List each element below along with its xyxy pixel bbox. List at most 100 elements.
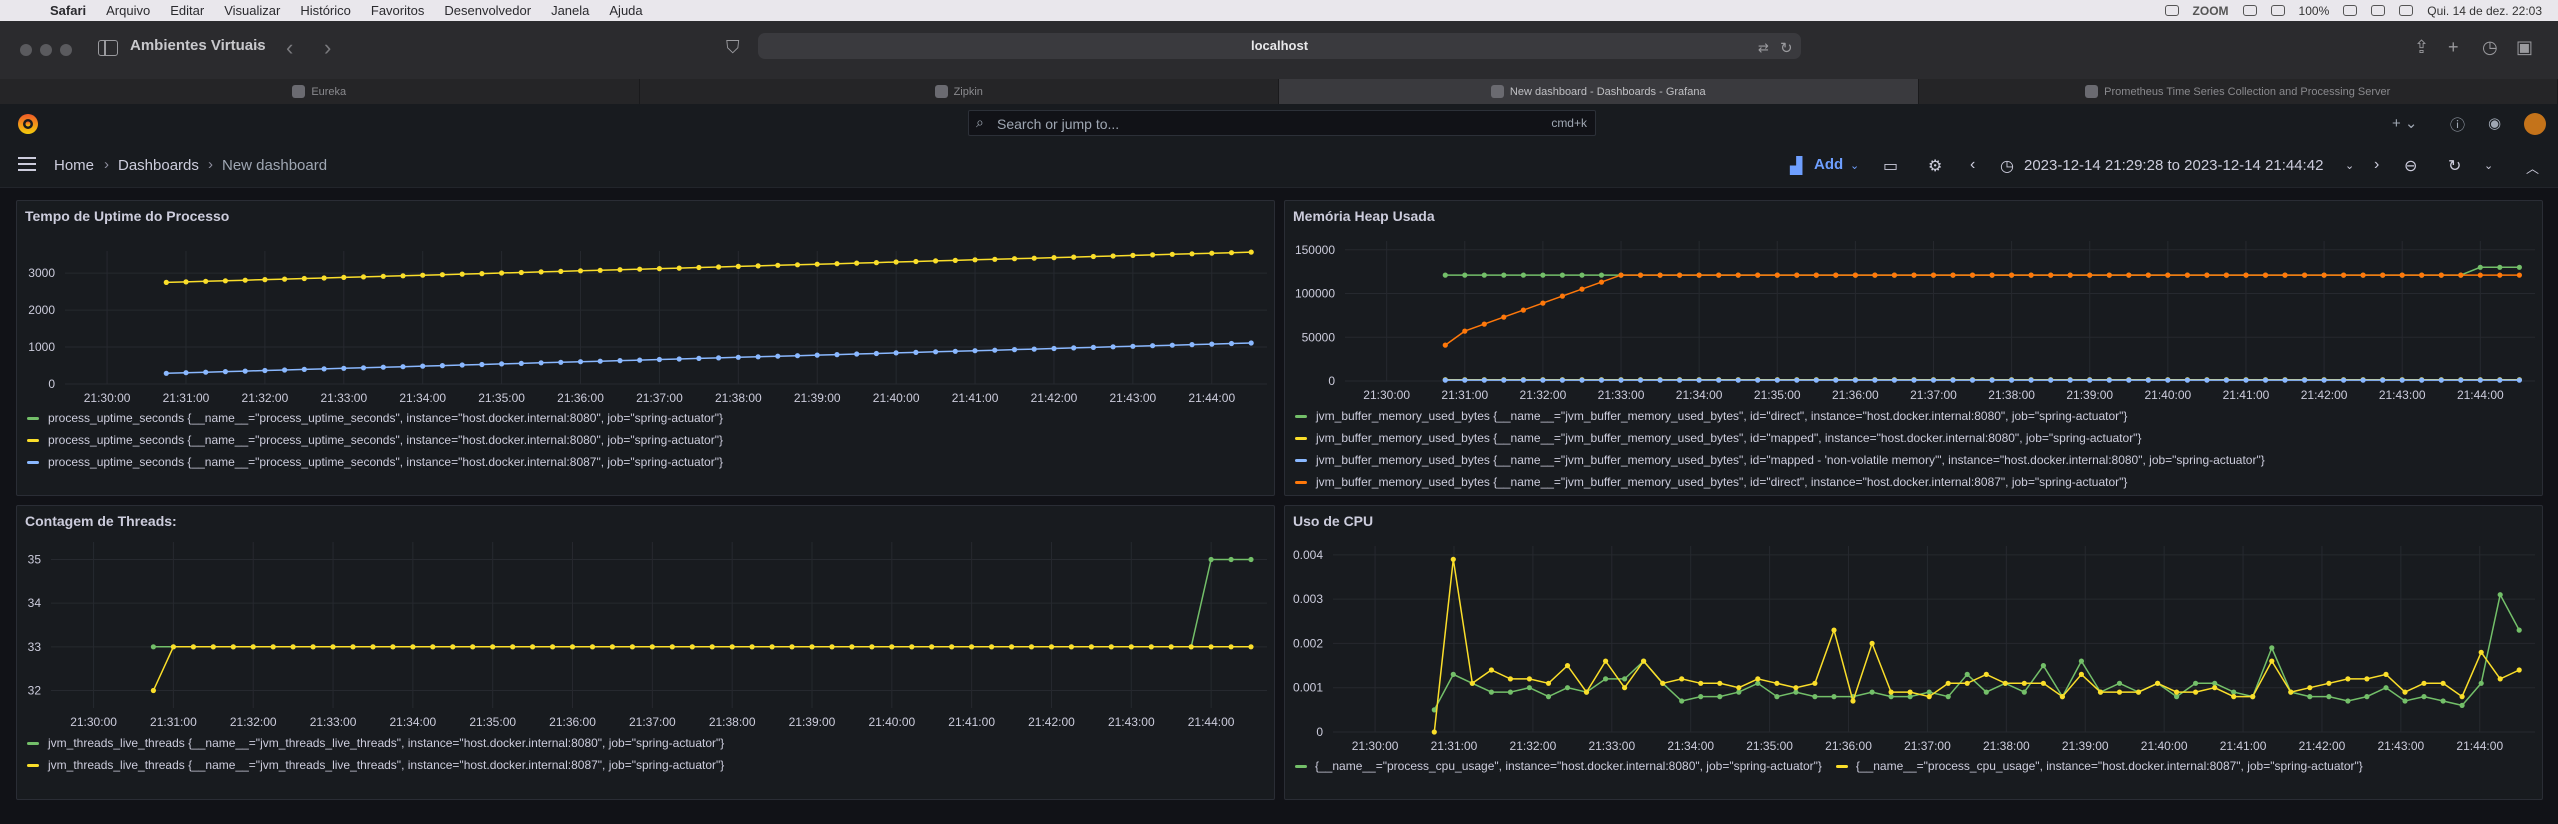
legend-item[interactable]: process_uptime_seconds {__name__="proces… [27, 411, 723, 425]
battery-percent[interactable]: 100% [2299, 4, 2330, 18]
tab-group-name[interactable]: Ambientes Virtuais [130, 37, 266, 54]
minimize-window-button[interactable] [40, 44, 52, 56]
menu-ajuda[interactable]: Ajuda [609, 3, 642, 18]
legend-item[interactable]: process_uptime_seconds {__name__="proces… [27, 433, 723, 447]
data-point [2516, 667, 2522, 673]
settings-gear-icon[interactable]: ⚙ [1928, 156, 1942, 176]
data-point [1148, 644, 1154, 650]
data-point [2497, 592, 2503, 598]
news-rss-icon[interactable]: ◉ [2488, 114, 2501, 132]
x-tick-label: 21:40:00 [873, 391, 920, 405]
data-point [330, 644, 336, 650]
legend-item[interactable]: jvm_buffer_memory_used_bytes {__name__="… [1295, 409, 2127, 423]
battery-icon[interactable] [2343, 5, 2358, 16]
time-back-icon[interactable]: ‹ [1970, 156, 1975, 174]
zoom-window-button[interactable] [60, 44, 72, 56]
panel-threads[interactable]: Contagem de Threads: 32 33 34 35 21:30:00 21:… [16, 505, 1275, 800]
close-window-button[interactable] [20, 44, 32, 56]
legend-swatch [1295, 458, 1307, 462]
focus-icon[interactable] [2242, 5, 2257, 16]
data-point [1248, 644, 1254, 650]
time-forward-icon[interactable]: › [2374, 156, 2379, 174]
data-point [1583, 689, 1590, 695]
save-icon[interactable]: ▭ [1883, 156, 1898, 176]
translate-icon[interactable]: ⇄ [1758, 40, 1769, 56]
favicon-icon [292, 85, 306, 98]
data-point [1481, 377, 1487, 383]
chevron-down-icon[interactable]: ⌄ [2345, 159, 2354, 172]
refresh-icon[interactable]: ↻ [2448, 156, 2461, 176]
volume-icon[interactable] [2270, 5, 2285, 16]
data-point [1462, 377, 1468, 383]
menu-arquivo[interactable]: Arquivo [106, 3, 150, 18]
legend-item[interactable]: {__name__="process_cpu_usage", instance=… [1835, 759, 2363, 773]
sidebar-toggle-icon[interactable] [98, 40, 118, 56]
forward-icon[interactable]: › [324, 35, 331, 61]
data-point [510, 644, 516, 650]
breadcrumb-dashboards[interactable]: Dashboards [118, 157, 199, 174]
share-icon[interactable]: ⇪ [2414, 37, 2429, 58]
back-icon[interactable]: ‹ [286, 35, 293, 61]
tab-eureka[interactable]: Eureka [0, 79, 640, 104]
data-point [1755, 676, 1761, 682]
new-plus-icon[interactable]: + ⌄ [2392, 114, 2418, 132]
user-avatar[interactable] [2524, 113, 2546, 135]
legend-item[interactable]: jvm_buffer_memory_used_bytes {__name__="… [1295, 431, 2141, 445]
tab-grafana[interactable]: New dashboard - Dashboards - Grafana [1279, 79, 1919, 104]
zoom-out-icon[interactable]: ⊖ [2404, 156, 2417, 176]
grafana-logo-icon[interactable] [16, 112, 40, 136]
clock[interactable]: Qui. 14 de dez. 22:03 [2427, 4, 2542, 18]
collapse-icon[interactable]: ︿ [2526, 158, 2539, 177]
add-button[interactable]: Add [1814, 156, 1843, 173]
history-icon[interactable]: ◷ [2482, 37, 2498, 58]
menu-visualizar[interactable]: Visualizar [224, 3, 280, 18]
tab-overview-icon[interactable]: ▣ [2516, 37, 2533, 58]
zoom-label[interactable]: ZOOM [2193, 4, 2229, 18]
tab-prometheus[interactable]: Prometheus Time Series Collection and Pr… [1919, 79, 2558, 104]
data-point [1872, 377, 1878, 383]
wifi-icon[interactable] [2371, 5, 2386, 16]
menu-historico[interactable]: Histórico [300, 3, 351, 18]
panel-heap[interactable]: Memória Heap Usada 0 50000 100000 150000 21:… [1284, 200, 2543, 496]
new-tab-icon[interactable]: + [2448, 37, 2459, 58]
data-point [1189, 251, 1195, 257]
reload-icon[interactable]: ↻ [1780, 39, 1793, 57]
help-icon[interactable]: ⓘ [2450, 114, 2465, 135]
legend-item[interactable]: jvm_threads_live_threads {__name__="jvm_… [27, 736, 724, 750]
panel-uptime[interactable]: Tempo de Uptime do Processo 0 1000 2000 300… [16, 200, 1275, 496]
add-panel-icon[interactable]: ▟ [1790, 156, 1802, 176]
data-point [1677, 272, 1683, 278]
menu-favoritos[interactable]: Favoritos [371, 3, 424, 18]
menu-janela[interactable]: Janela [551, 3, 589, 18]
data-point [656, 356, 663, 363]
screen-share-icon[interactable] [2164, 5, 2179, 16]
menu-desenvolvedor[interactable]: Desenvolvedor [444, 3, 531, 18]
chevron-down-icon[interactable]: ⌄ [2484, 159, 2493, 172]
favicon-icon [1490, 85, 1504, 98]
menu-editar[interactable]: Editar [170, 3, 204, 18]
search-input[interactable]: ⌕ Search or jump to... cmd+k [968, 110, 1596, 136]
legend-label: process_uptime_seconds {__name__="proces… [48, 455, 723, 469]
legend-item[interactable]: {__name__="process_cpu_usage", instance=… [1295, 759, 1822, 773]
menu-app-name[interactable]: Safari [50, 3, 86, 18]
chevron-down-icon[interactable]: ⌄ [1850, 159, 1859, 172]
data-point [1228, 250, 1235, 256]
legend-item[interactable]: process_uptime_seconds {__name__="proces… [27, 455, 723, 469]
x-tick-label: 21:41:00 [952, 391, 999, 405]
panel-cpu[interactable]: Uso de CPU 0 0.001 0.002 0.003 0.004 21:30:00… [1284, 505, 2543, 800]
time-range-picker[interactable]: 2023-12-14 21:29:28 to 2023-12-14 21:44:… [2024, 157, 2323, 174]
data-point [2419, 377, 2425, 383]
tab-zipkin[interactable]: Zipkin [640, 79, 1279, 104]
data-point [669, 644, 675, 650]
data-point [282, 276, 288, 282]
address-bar[interactable]: localhost [758, 33, 1801, 59]
breadcrumb-home[interactable]: Home [54, 157, 94, 174]
legend-item[interactable]: jvm_buffer_memory_used_bytes {__name__="… [1295, 475, 2127, 489]
search-icon[interactable] [2399, 5, 2414, 16]
menu-icon[interactable] [18, 157, 36, 171]
chevron-down-icon[interactable]: ⌄ [254, 39, 263, 52]
shield-icon[interactable]: ⛉ [726, 37, 740, 58]
data-point [321, 366, 327, 372]
legend-item[interactable]: jvm_threads_live_threads {__name__="jvm_… [27, 758, 724, 772]
legend-item[interactable]: jvm_buffer_memory_used_bytes {__name__="… [1295, 453, 2265, 467]
